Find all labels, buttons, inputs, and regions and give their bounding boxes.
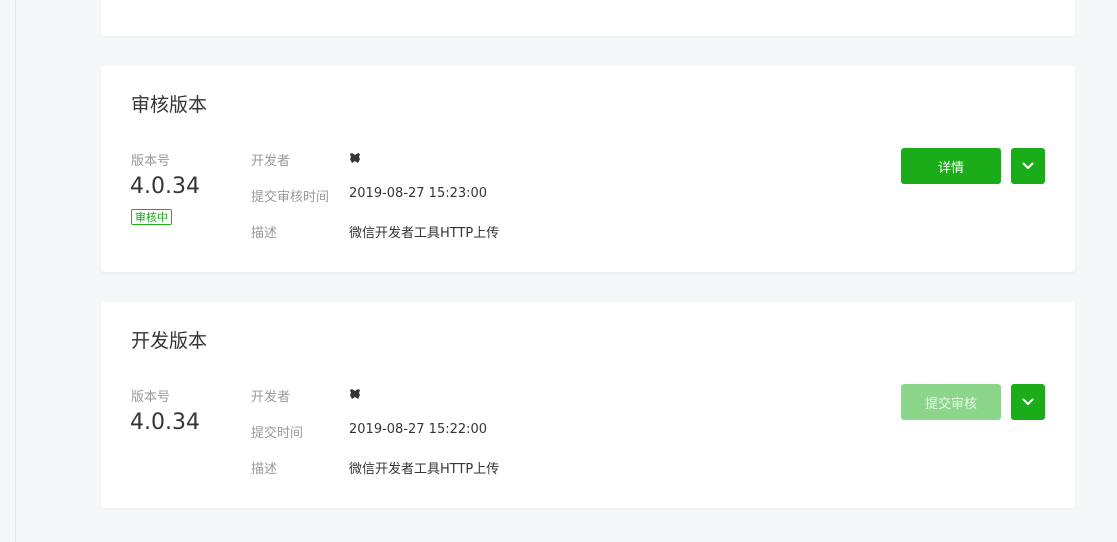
- review-status-badge: 审核中: [131, 209, 172, 225]
- developer-avatar-icon: [350, 152, 360, 163]
- review-developer-label: 开发者: [251, 154, 291, 169]
- dev-more-dropdown-button[interactable]: [1011, 384, 1045, 420]
- review-desc-label: 描述: [251, 226, 278, 241]
- dev-developer-value: [349, 386, 361, 401]
- dev-version-title: 开发版本: [131, 330, 208, 352]
- previous-section-card: [101, 0, 1075, 36]
- details-button[interactable]: 详情: [901, 148, 1001, 184]
- dev-time-value: 2019-08-27 15:22:00: [349, 422, 488, 437]
- review-version-title: 审核版本: [131, 94, 208, 116]
- dev-developer-label: 开发者: [251, 390, 291, 405]
- dev-desc-value: 微信开发者工具HTTP上传: [349, 462, 500, 477]
- review-desc-value: 微信开发者工具HTTP上传: [349, 226, 500, 241]
- dev-desc-label: 描述: [251, 462, 278, 477]
- review-more-dropdown-button[interactable]: [1011, 148, 1045, 184]
- chevron-down-icon: [1022, 398, 1034, 405]
- dev-version-number-label: 版本号: [131, 390, 171, 405]
- review-version-card: 审核版本 版本号 4.0.34 审核中 开发者 提交审核时间 2019-08-2…: [101, 66, 1075, 272]
- review-time-value: 2019-08-27 15:23:00: [349, 186, 488, 201]
- page-left-border: [15, 0, 16, 542]
- dev-time-label: 提交时间: [251, 426, 304, 441]
- review-version-number-label: 版本号: [131, 154, 171, 169]
- review-developer-value: [349, 150, 361, 165]
- dev-version-number: 4.0.34: [130, 410, 200, 435]
- dev-version-card: 开发版本 版本号 4.0.34 开发者 提交时间 2019-08-27 15:2…: [101, 302, 1075, 508]
- submit-review-button[interactable]: 提交审核: [901, 384, 1001, 420]
- developer-avatar-icon: [350, 388, 360, 399]
- review-time-label: 提交审核时间: [251, 190, 330, 205]
- chevron-down-icon: [1022, 162, 1034, 169]
- review-version-number: 4.0.34: [130, 174, 200, 199]
